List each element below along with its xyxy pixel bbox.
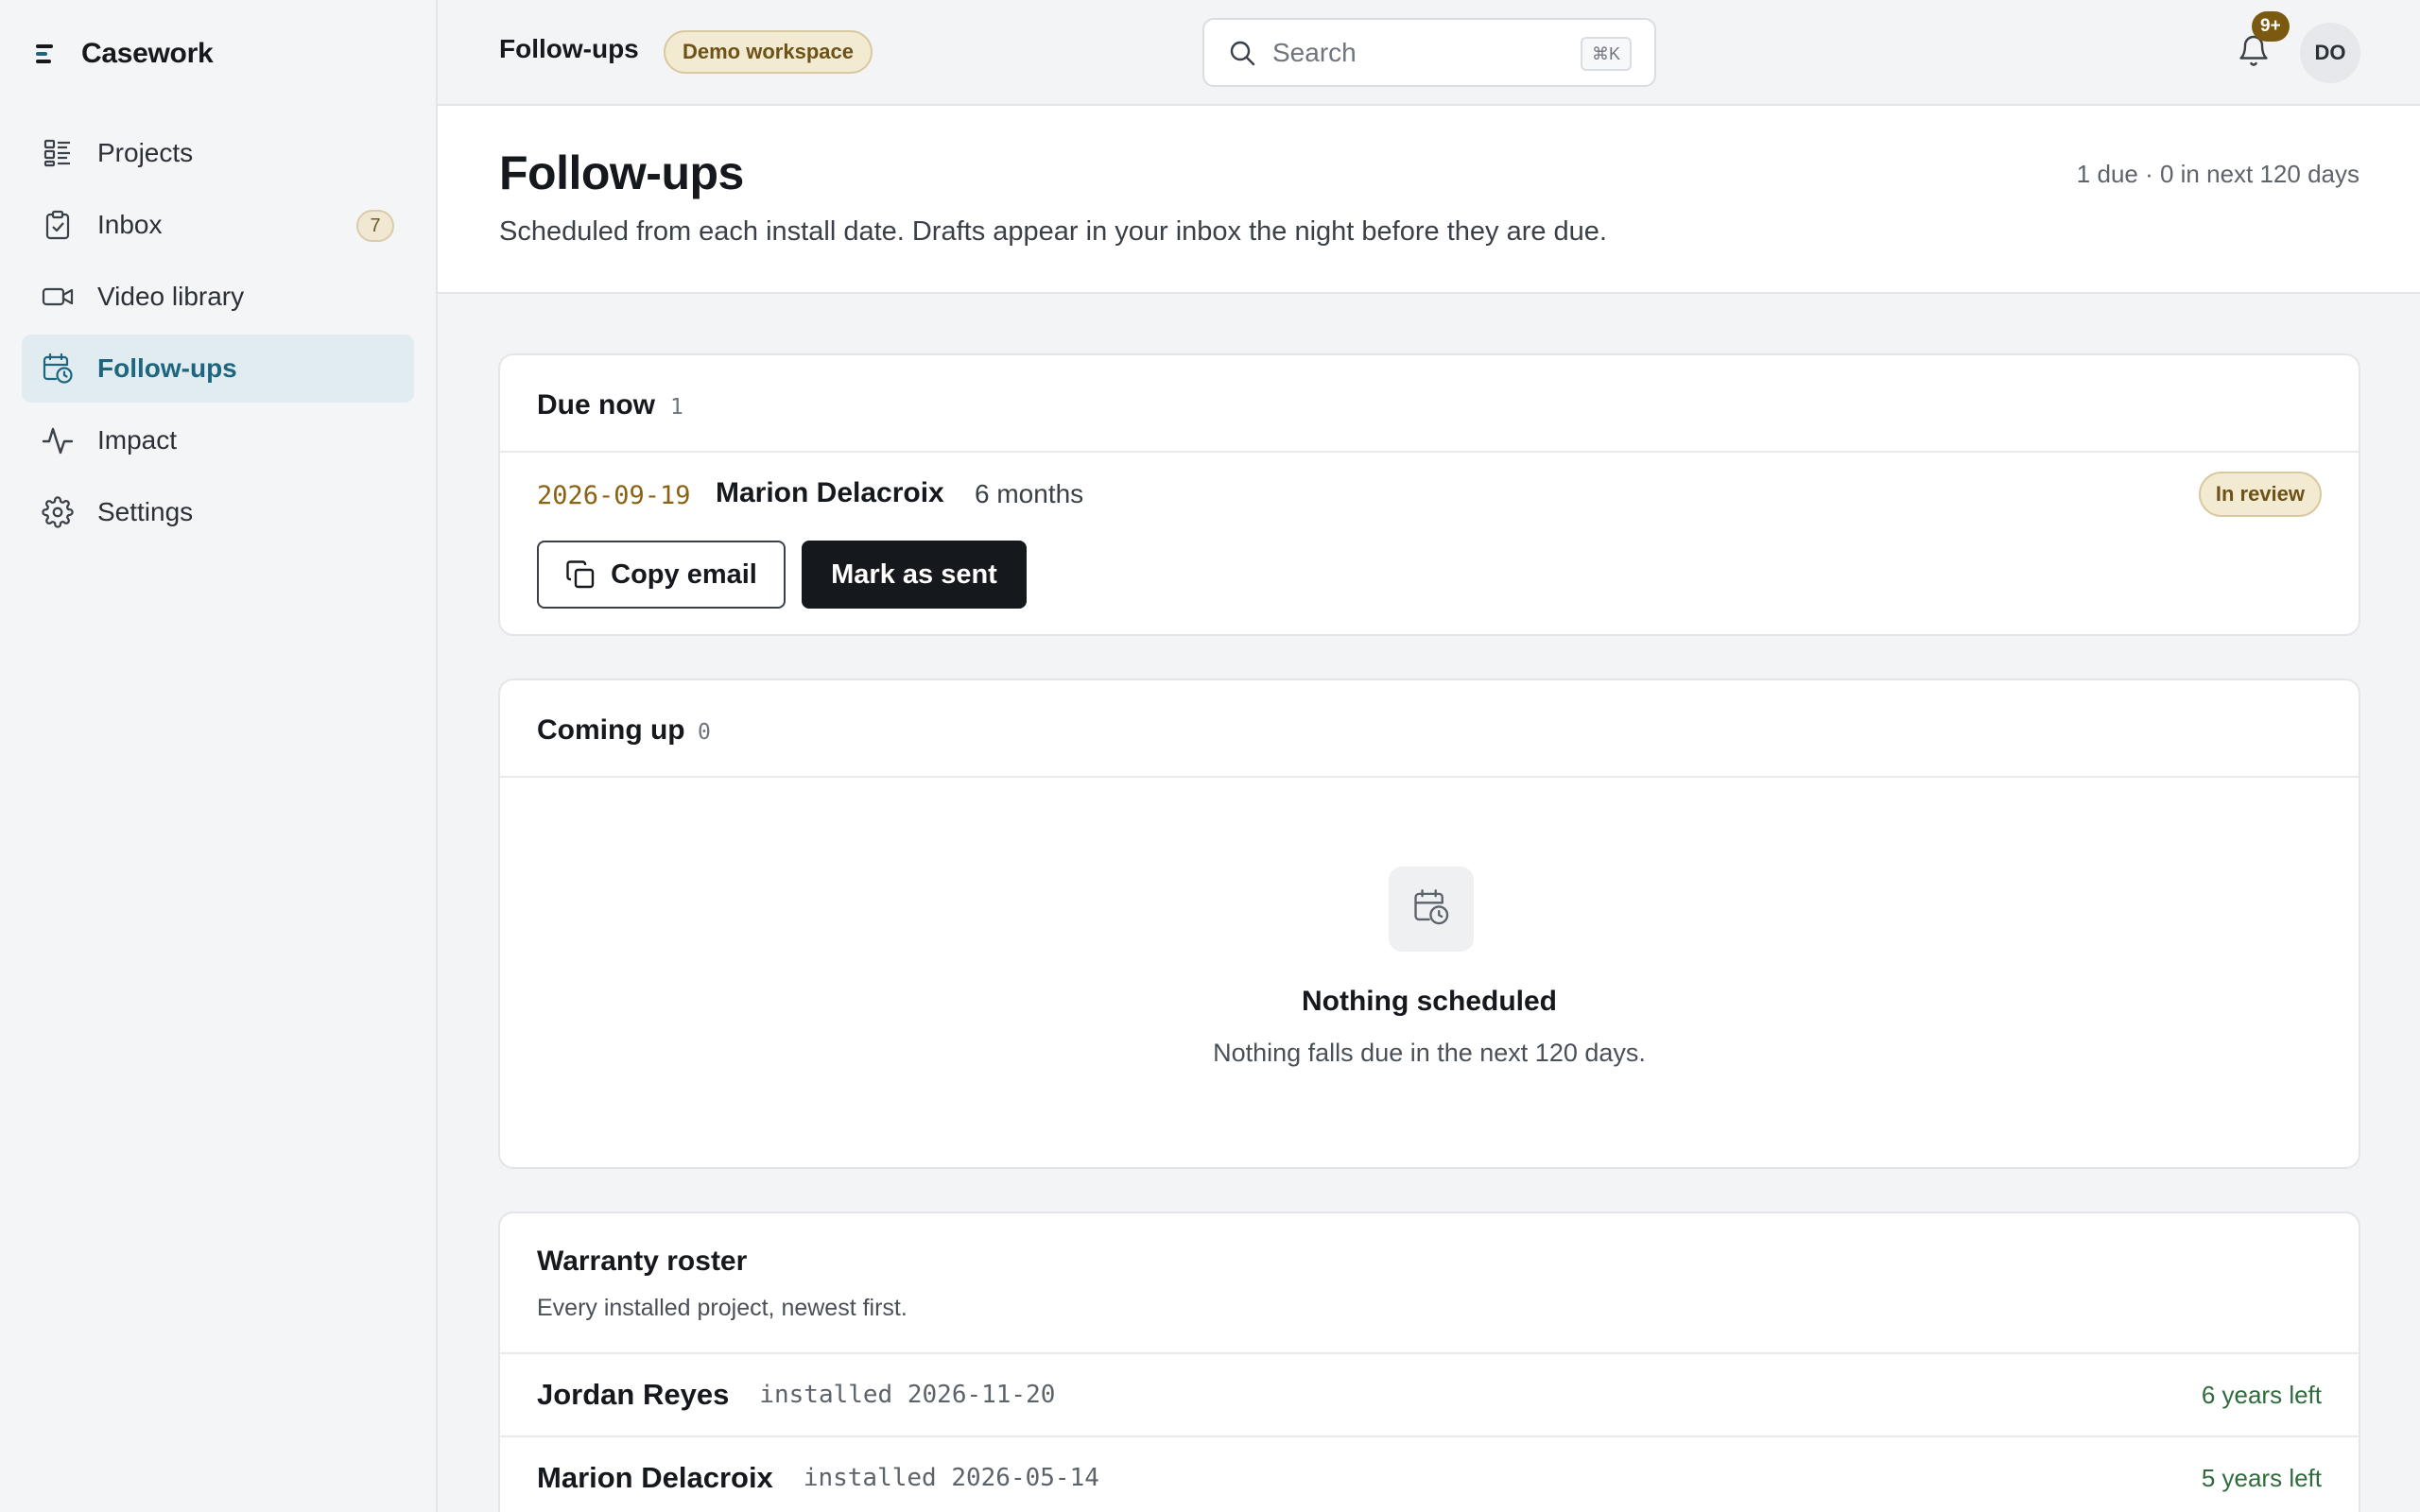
avatar[interactable]: DO [2300,23,2360,83]
brand[interactable]: Casework [32,30,214,77]
due-date: 2026-09-19 [537,481,691,510]
inbox-icon [42,209,74,241]
search-box[interactable]: ⌘K [1202,18,1656,87]
page-header: Follow-ups Scheduled from each install d… [438,106,2420,294]
client-name: Marion Delacroix [716,477,944,508]
copy-email-label: Copy email [611,558,757,590]
card-header: Warranty roster Every installed project,… [500,1213,2359,1354]
card-header: Due now 1 [500,355,2359,453]
page-stats: 1 due · 0 in next 120 days [2076,160,2360,188]
sidebar-nav: Projects Inbox 7 Video library Follow-up… [22,119,414,550]
empty-state-text: Nothing falls due in the next 120 days. [1213,1039,1646,1067]
table-row[interactable]: Jordan Reyes installed 2026-11-20 6 year… [500,1354,2359,1437]
status-badge: In review [2198,472,2322,517]
sidebar-item-label: Settings [97,497,194,526]
sidebar-item-label: Impact [97,425,178,455]
sidebar-item-label: Projects [97,138,194,167]
topbar: Follow-ups Demo workspace ⌘K 9+ DO [438,0,2420,106]
client-name: Jordan Reyes [537,1378,730,1411]
activity-icon [42,424,74,456]
empty-state-title: Nothing scheduled [1302,986,1557,1017]
search-icon [1227,38,1257,68]
workspace-badge: Demo workspace [664,30,873,74]
installed-date: installed 2026-11-20 [759,1381,1056,1409]
casework-logo-icon [32,40,60,68]
empty-state-icon-box [1389,867,1474,952]
installed-date: installed 2026-05-14 [803,1464,1099,1492]
copy-email-button[interactable]: Copy email [537,541,786,609]
sidebar-item-video-library[interactable]: Video library [22,263,414,331]
warranty-roster-card: Warranty roster Every installed project,… [498,1211,2360,1512]
search-shortcut-hint: ⌘K [1580,37,1632,71]
mark-as-sent-button[interactable]: Mark as sent [802,541,1027,609]
follow-ups-icon [42,352,74,385]
notifications-count-badge: 9+ [2252,11,2290,42]
sidebar-item-follow-ups[interactable]: Follow-ups [22,335,414,403]
search-input[interactable] [1272,37,1556,68]
card-count: 1 [670,395,683,420]
due-now-card: Due now 1 2026-09-19 Marion Delacroix 6 … [498,353,2360,636]
page-title: Follow-ups [499,146,744,199]
coming-up-card: Coming up 0 Nothing scheduled Nothing fa… [498,679,2360,1169]
card-header: Coming up 0 [500,680,2359,778]
follow-up-period: 6 months [975,479,1084,508]
sidebar-item-label: Video library [97,282,245,311]
empty-state: Nothing scheduled Nothing falls due in t… [500,778,2359,1165]
warranty-remaining: 6 years left [2201,1380,2322,1409]
calendar-clock-icon [1412,888,1450,931]
sidebar-item-inbox[interactable]: Inbox 7 [22,191,414,259]
card-title: Warranty roster [537,1246,748,1277]
gear-icon [42,496,74,528]
app-name: Casework [81,38,214,69]
sidebar-item-projects[interactable]: Projects [22,119,414,187]
table-row[interactable]: Marion Delacroix installed 2026-05-14 5 … [500,1437,2359,1512]
list-item: 2026-09-19 Marion Delacroix 6 months In … [500,453,2359,634]
card-title: Due now [537,389,655,421]
card-count: 0 [698,720,711,745]
card-subtitle: Every installed project, newest first. [537,1295,908,1321]
page-subtitle: Scheduled from each install date. Drafts… [499,216,1607,247]
sidebar-item-label: Inbox [97,210,163,239]
copy-icon [565,559,596,590]
sidebar: Casework Projects Inbox 7 Video library … [0,0,438,1512]
warranty-remaining: 5 years left [2201,1463,2322,1492]
inbox-count-badge: 7 [356,210,394,242]
projects-icon [42,137,74,169]
sidebar-item-settings[interactable]: Settings [22,478,414,546]
client-name: Marion Delacroix [537,1461,773,1494]
sidebar-item-impact[interactable]: Impact [22,406,414,474]
card-title: Coming up [537,714,685,746]
sidebar-item-label: Follow-ups [97,353,237,383]
video-icon [42,281,74,313]
topbar-title: Follow-ups [499,34,639,63]
